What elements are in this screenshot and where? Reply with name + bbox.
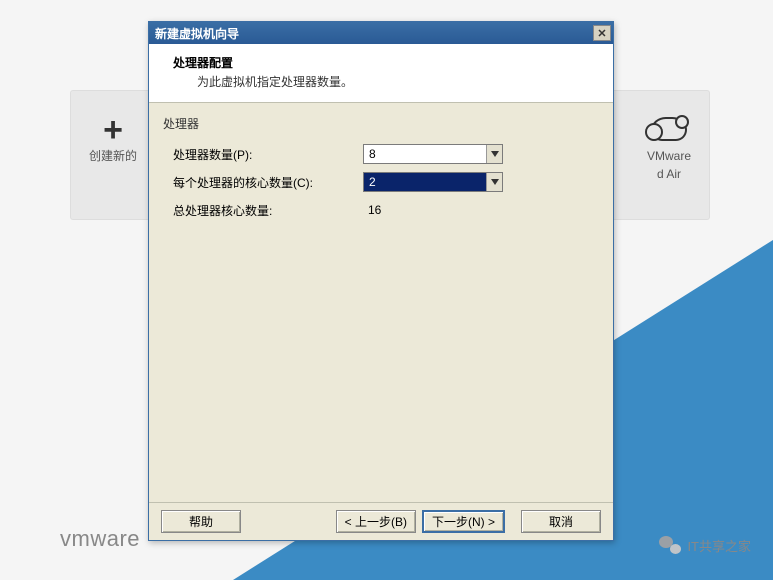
back-button[interactable]: < 上一步(B) [336, 510, 416, 533]
cloud-icon [651, 117, 687, 141]
cores-per-processor-label: 每个处理器的核心数量(C): [163, 174, 363, 191]
create-vm-label: 创建新的 [89, 147, 137, 165]
processor-count-row: 处理器数量(P): 8 [163, 140, 599, 168]
total-cores-row: 总处理器核心数量: 16 [163, 196, 599, 224]
wizard-header-title: 处理器配置 [173, 54, 599, 71]
create-vm-tile[interactable]: + 创建新的 [89, 113, 137, 197]
wechat-icon [659, 534, 681, 556]
dialog-titlebar[interactable]: 新建虚拟机向导 ✕ [149, 22, 613, 44]
processors-group-label: 处理器 [163, 115, 599, 132]
new-vm-wizard-dialog: 新建虚拟机向导 ✕ 处理器配置 为此虚拟机指定处理器数量。 处理器 处理器数量(… [148, 21, 614, 541]
chevron-down-icon [486, 145, 502, 163]
cores-per-processor-value: 2 [364, 173, 486, 191]
cores-per-processor-select[interactable]: 2 [363, 172, 503, 192]
wizard-header-description: 为此虚拟机指定处理器数量。 [197, 73, 599, 90]
vmware-logo: vmware [60, 526, 140, 552]
close-button[interactable]: ✕ [593, 25, 611, 41]
wechat-watermark: IT共享之家 [659, 534, 751, 556]
chevron-down-icon [486, 173, 502, 191]
vmware-air-label-1: VMware [647, 147, 691, 165]
processor-count-select[interactable]: 8 [363, 144, 503, 164]
wizard-body: 处理器 处理器数量(P): 8 每个处理器的核心数量(C): 2 总处理器核心数… [149, 103, 613, 502]
processor-count-value: 8 [364, 145, 486, 163]
cancel-button[interactable]: 取消 [521, 510, 601, 533]
close-icon: ✕ [597, 27, 606, 40]
next-button[interactable]: 下一步(N) > [422, 510, 505, 533]
wizard-footer: 帮助 < 上一步(B) 下一步(N) > 取消 [149, 502, 613, 540]
wechat-label: IT共享之家 [687, 536, 751, 555]
cores-per-processor-row: 每个处理器的核心数量(C): 2 [163, 168, 599, 196]
dialog-title: 新建虚拟机向导 [155, 25, 239, 42]
help-button[interactable]: 帮助 [161, 510, 241, 533]
wizard-header: 处理器配置 为此虚拟机指定处理器数量。 [149, 44, 613, 103]
processor-count-label: 处理器数量(P): [163, 146, 363, 163]
plus-icon: + [89, 113, 137, 147]
total-cores-label: 总处理器核心数量: [163, 202, 363, 219]
total-cores-value: 16 [363, 203, 503, 217]
vmware-air-label-2: d Air [647, 165, 691, 183]
vmware-air-tile[interactable]: VMware d Air [647, 113, 691, 197]
